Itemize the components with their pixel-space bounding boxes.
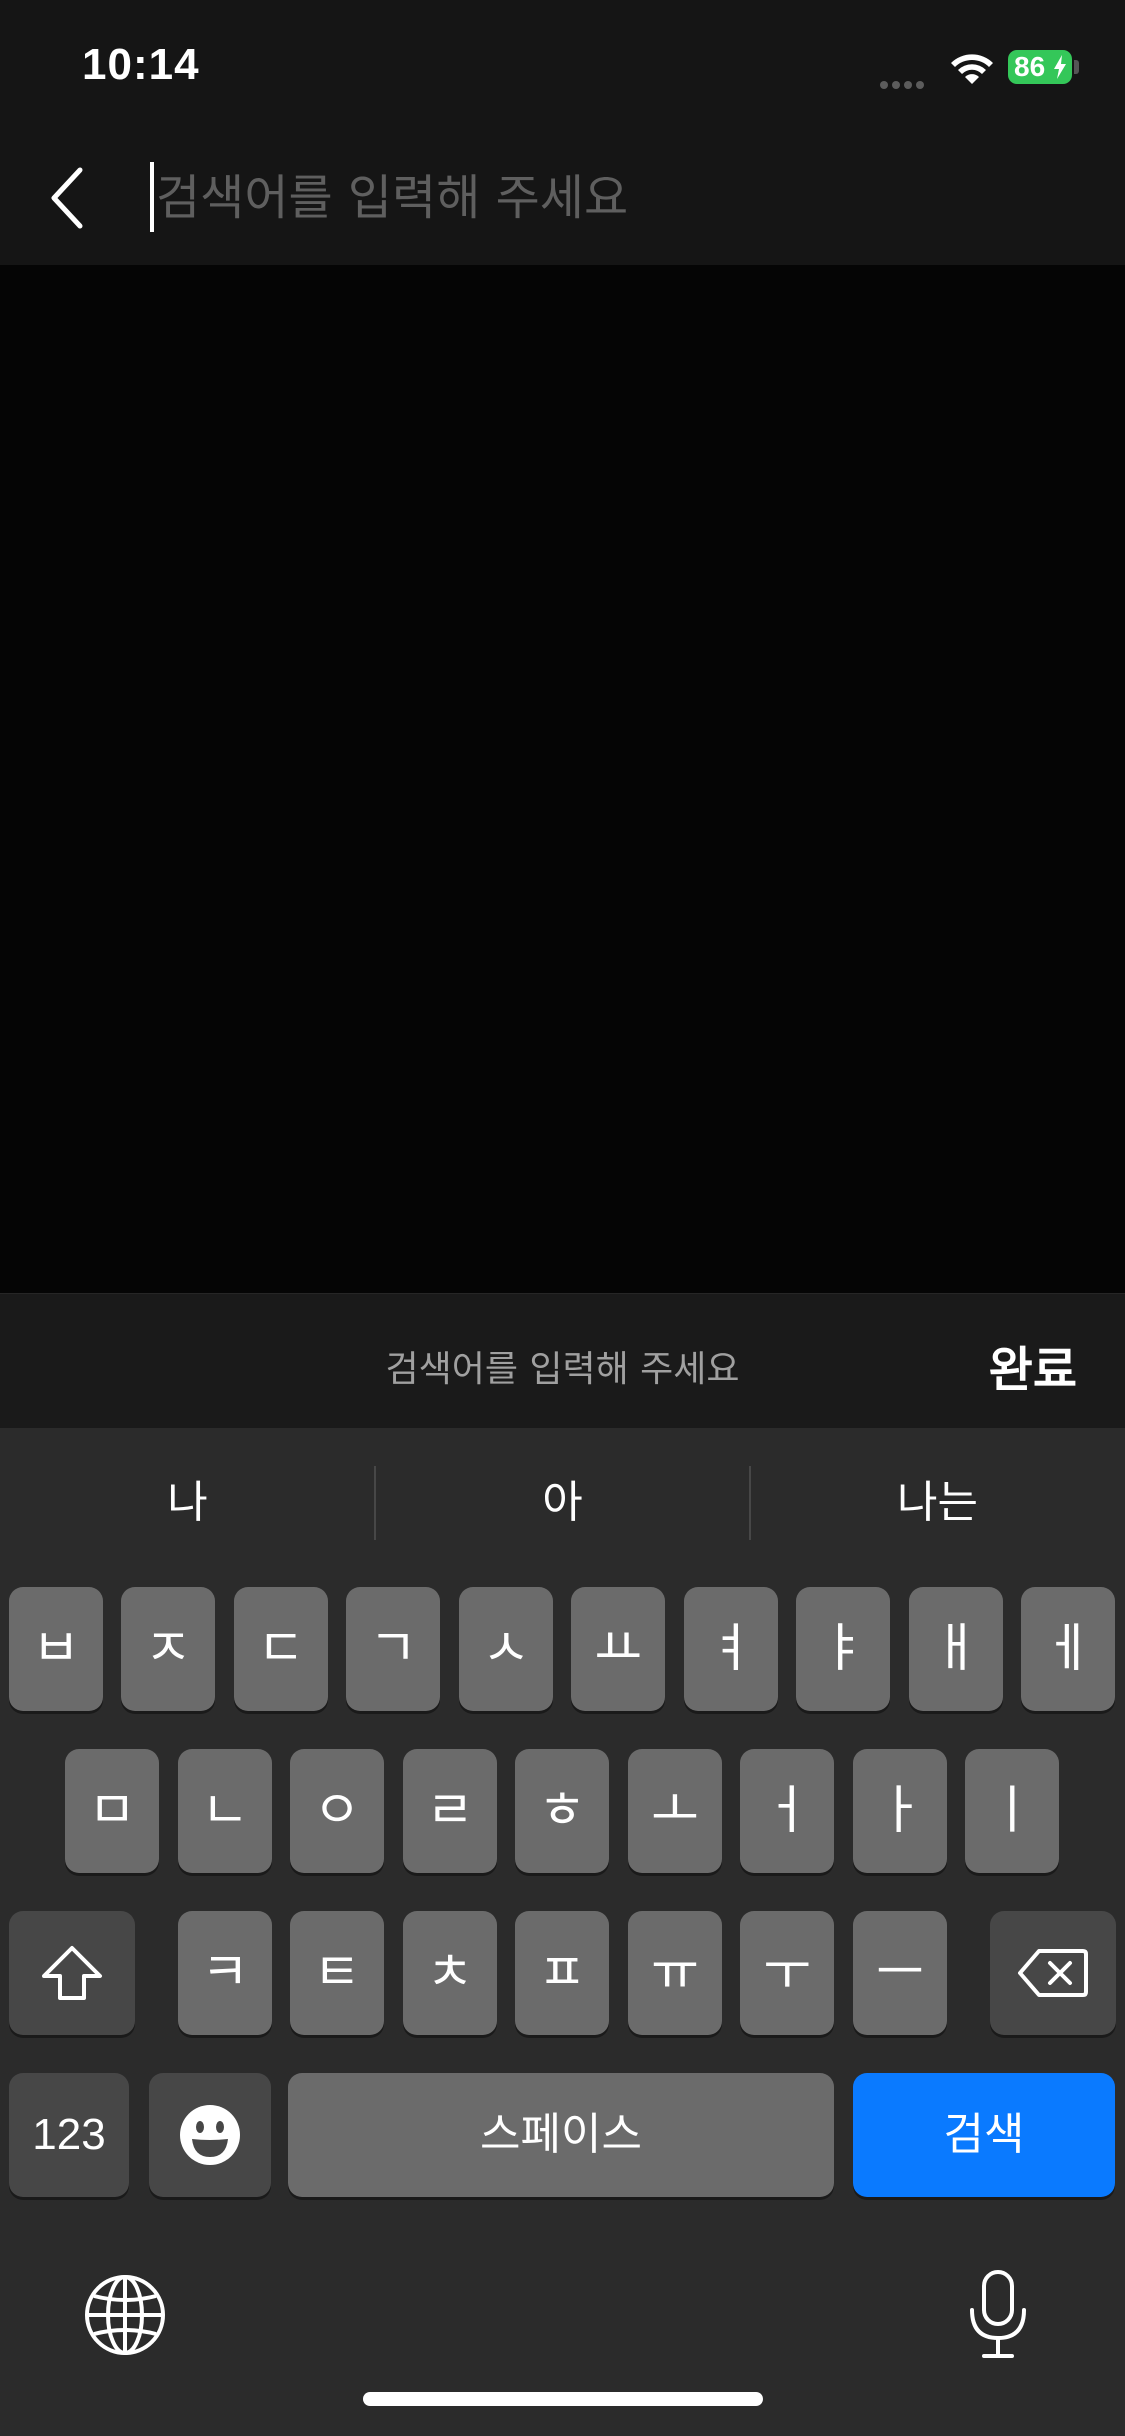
key-row3-4[interactable]: ㅍ xyxy=(515,1911,609,2035)
mic-icon[interactable] xyxy=(966,2268,1030,2360)
key-row1-9[interactable]: ㅐ xyxy=(909,1587,1003,1711)
key-row1-4[interactable]: ㄱ xyxy=(346,1587,440,1711)
numbers-key[interactable]: 123 xyxy=(9,2073,129,2197)
key-row2-2[interactable]: ㄴ xyxy=(178,1749,272,1873)
delete-icon xyxy=(1018,1949,1088,1997)
status-bar: 10:14 86 xyxy=(0,0,1125,130)
key-row3-5[interactable]: ㅠ xyxy=(628,1911,722,2035)
key-row3-2[interactable]: ㅌ xyxy=(290,1911,384,2035)
home-indicator[interactable] xyxy=(363,2392,763,2406)
done-button[interactable]: 완료 xyxy=(989,1330,1077,1400)
charging-bolt-icon xyxy=(1053,55,1066,79)
key-row1-1[interactable]: ㅂ xyxy=(9,1587,103,1711)
shift-key[interactable] xyxy=(9,1911,135,2035)
globe-icon[interactable] xyxy=(84,2274,166,2356)
keyboard-accessory-bar: 검색어를 입력해 주세요 완료 xyxy=(0,1293,1125,1429)
suggestion-1[interactable]: 나 xyxy=(0,1458,375,1548)
key-row1-5[interactable]: ㅅ xyxy=(459,1587,553,1711)
key-row2-5[interactable]: ㅎ xyxy=(515,1749,609,1873)
key-row1-3[interactable]: ㄷ xyxy=(234,1587,328,1711)
shift-icon xyxy=(42,1946,102,2000)
key-row2-4[interactable]: ㄹ xyxy=(403,1749,497,1873)
key-row1-2[interactable]: ㅈ xyxy=(121,1587,215,1711)
delete-key[interactable] xyxy=(990,1911,1116,2035)
key-row3-6[interactable]: ㅜ xyxy=(740,1911,834,2035)
battery-cap xyxy=(1074,60,1079,74)
search-key[interactable]: 검색 xyxy=(853,2073,1115,2197)
key-row2-6[interactable]: ㅗ xyxy=(628,1749,722,1873)
suggestion-2[interactable]: 아 xyxy=(375,1458,750,1548)
wifi-icon xyxy=(951,54,993,84)
key-row3-7[interactable]: ㅡ xyxy=(853,1911,947,2035)
key-row1-10[interactable]: ㅔ xyxy=(1021,1587,1115,1711)
suggestion-bar: 나 아 나는 xyxy=(0,1428,1125,1578)
back-icon[interactable] xyxy=(40,160,96,236)
status-time: 10:14 xyxy=(82,40,200,89)
space-key[interactable]: 스페이스 xyxy=(288,2073,834,2197)
key-row1-7[interactable]: ㅕ xyxy=(684,1587,778,1711)
key-row3-3[interactable]: ㅊ xyxy=(403,1911,497,2035)
key-row2-7[interactable]: ㅓ xyxy=(740,1749,834,1873)
accessory-hint: 검색어를 입력해 주세요 xyxy=(385,1349,740,1390)
emoji-icon xyxy=(180,2105,240,2165)
battery-level: 86 xyxy=(1014,51,1046,82)
key-row1-6[interactable]: ㅛ xyxy=(571,1587,665,1711)
key-row1-8[interactable]: ㅑ xyxy=(796,1587,890,1711)
search-input[interactable] xyxy=(156,160,1016,236)
text-cursor xyxy=(150,162,154,232)
emoji-key[interactable] xyxy=(149,2073,271,2197)
key-row2-3[interactable]: ㅇ xyxy=(290,1749,384,1873)
key-row2-1[interactable]: ㅁ xyxy=(65,1749,159,1873)
cellular-signal-icon xyxy=(880,74,928,93)
suggestion-3[interactable]: 나는 xyxy=(750,1458,1125,1548)
key-row2-8[interactable]: ㅏ xyxy=(853,1749,947,1873)
battery-indicator: 86 xyxy=(1008,50,1072,84)
key-row3-1[interactable]: ㅋ xyxy=(178,1911,272,2035)
key-row2-9[interactable]: ㅣ xyxy=(965,1749,1059,1873)
search-header xyxy=(0,130,1125,265)
